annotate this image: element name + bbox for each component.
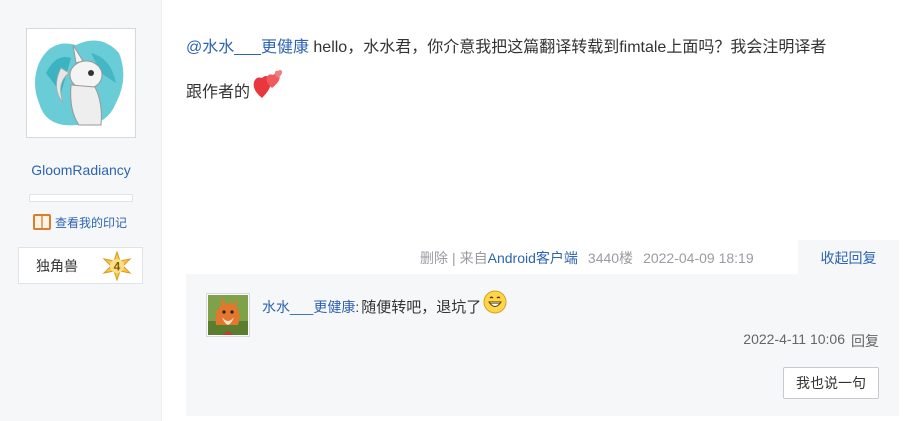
reply-meta: 2022-4-11 10:06 回复 [743, 331, 879, 351]
reply-avatar[interactable] [206, 293, 250, 337]
imprint-label: 查看我的印记 [55, 215, 128, 230]
say-something-button[interactable]: 我也说一句 [783, 367, 879, 399]
reply-text: 随便转吧，退坑了 [361, 299, 482, 316]
book-icon [33, 214, 51, 230]
source-prefix: 来自 [459, 250, 488, 266]
badge-label: 独角兽 [36, 257, 78, 274]
member-badge[interactable]: 独角兽 4 [18, 247, 143, 284]
mention-link[interactable]: @水水___更健康 [186, 39, 309, 56]
hearts-icon [253, 70, 283, 98]
reply-datetime: 2022-4-11 10:06 [743, 331, 845, 347]
reply-username[interactable]: 水水___更健康 [262, 297, 355, 317]
delete-link[interactable]: 删除 [420, 248, 448, 268]
reply-panel: 水水___更健康 : 随便转吧，退坑了 2022-4-11 10:06 回复 我… [186, 274, 899, 416]
pony-avatar-icon [31, 33, 131, 133]
post-tail: 删除 | 来自 Android客户端 3440楼 2022-04-09 18:19 [420, 248, 754, 268]
post-text-line2: 跟作者的 [186, 84, 251, 101]
reply-colon: : [355, 298, 360, 315]
client-link[interactable]: Android客户端 [488, 248, 578, 268]
post-text-line1: hello，水水君，你介意我把这篇翻译转载到fimtale上面吗？我会注明译者 [308, 39, 827, 56]
reply-button[interactable]: 回复 [851, 331, 879, 351]
collapse-replies-button[interactable]: 收起回复 [798, 240, 899, 275]
level-progress-bar [29, 194, 133, 202]
level-star-icon: 4 [102, 251, 132, 281]
grin-icon [483, 290, 507, 313]
view-imprint-link[interactable]: 查看我的印记 [32, 212, 127, 232]
badge-level: 4 [114, 260, 121, 274]
reply-line: 水水___更健康 : 随便转吧，退坑了 [262, 290, 507, 317]
author-avatar[interactable] [26, 28, 136, 138]
post-datetime: 2022-04-09 18:19 [643, 250, 754, 266]
author-column: GloomRadiancy 查看我的印记 独角兽 4 [0, 0, 162, 421]
floor-number: 3440楼 [587, 250, 634, 266]
post-content: @水水___更健康 hello，水水君，你介意我把这篇翻译转载到fimtale上… [186, 28, 886, 113]
tail-separator: | [452, 250, 456, 266]
fox-avatar-icon [208, 295, 248, 335]
author-username[interactable]: GloomRadiancy [0, 162, 162, 178]
